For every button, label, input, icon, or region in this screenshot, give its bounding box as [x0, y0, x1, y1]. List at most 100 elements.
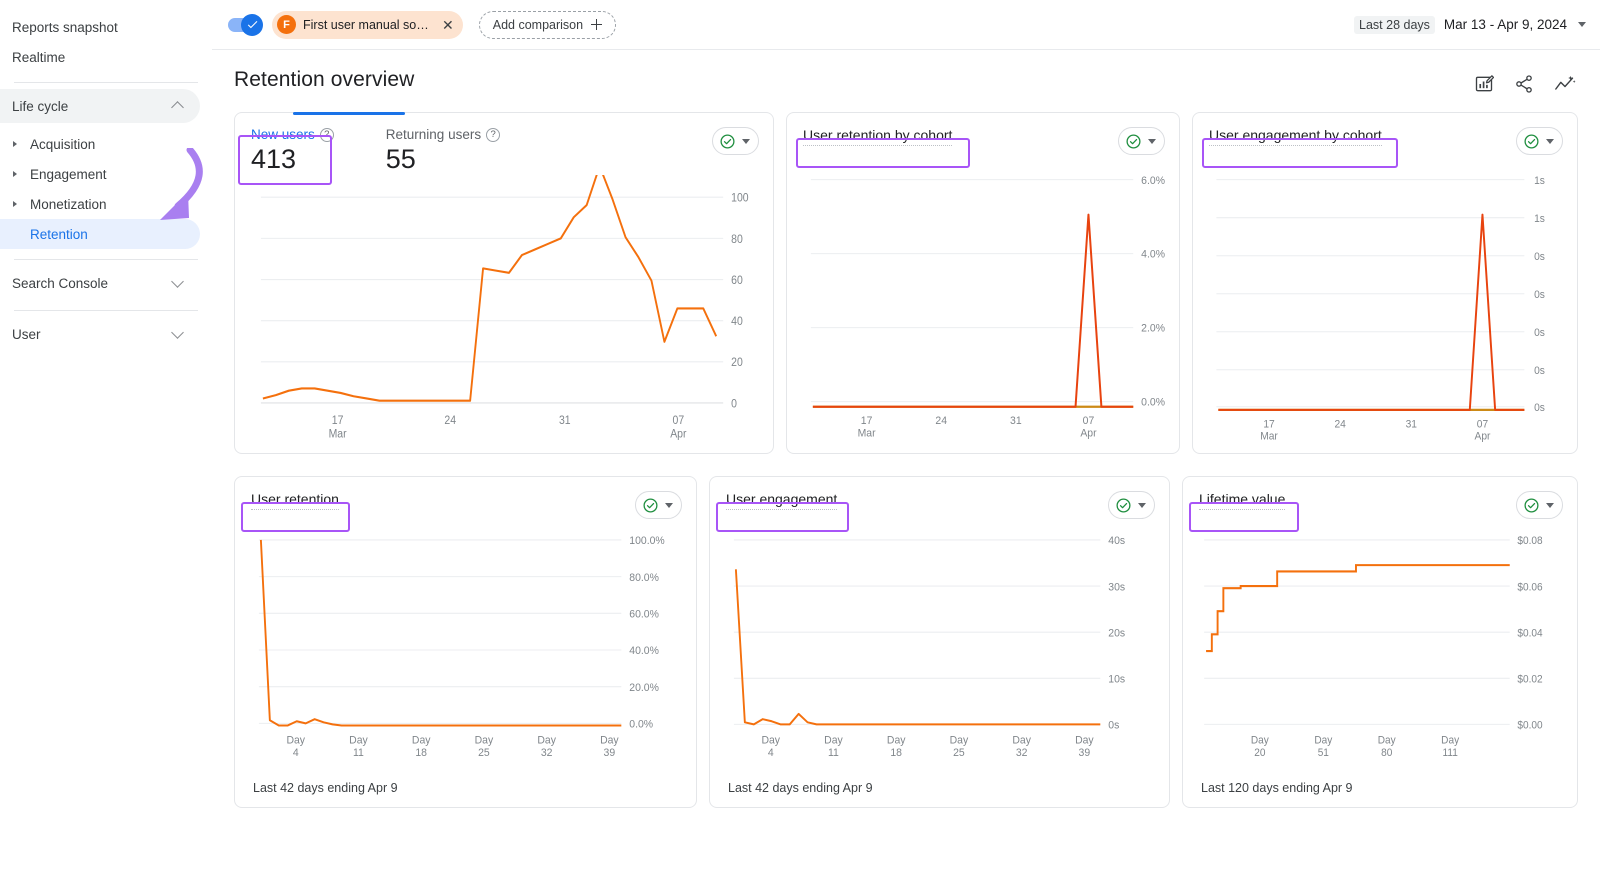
- series-engagement-spike: [1218, 215, 1524, 410]
- sidebar-group-search-console[interactable]: Search Console: [0, 266, 200, 300]
- series-lifetime-value: [1206, 565, 1510, 651]
- series-user-engagement: [736, 569, 1100, 724]
- svg-text:$0.08: $0.08: [1517, 535, 1542, 548]
- svg-text:11: 11: [353, 747, 364, 759]
- chevron-down-icon: [170, 326, 186, 342]
- svg-text:Day: Day: [600, 734, 619, 746]
- page-title: Retention overview: [234, 68, 414, 92]
- sidebar-item-acquisition[interactable]: Acquisition: [0, 129, 200, 159]
- svg-text:11: 11: [828, 747, 839, 759]
- svg-text:Day: Day: [1075, 734, 1094, 746]
- sidebar-group-user[interactable]: User: [0, 317, 200, 351]
- check-circle-icon: [1125, 133, 1142, 150]
- svg-text:1s: 1s: [1534, 213, 1545, 225]
- svg-text:0s: 0s: [1534, 289, 1545, 301]
- svg-text:Apr: Apr: [1475, 430, 1491, 442]
- svg-text:10s: 10s: [1108, 673, 1125, 685]
- metric-tab-returning-users[interactable]: Returning users ? 55: [386, 127, 500, 175]
- add-comparison-label: Add comparison: [493, 18, 583, 32]
- y-tick-labels: $0.08 $0.06 $0.04 $0.02 $0.00: [1517, 535, 1542, 732]
- svg-text:80: 80: [1381, 746, 1392, 759]
- card-header: User retention by cohort: [787, 113, 1179, 155]
- svg-text:6.0%: 6.0%: [1141, 175, 1165, 187]
- sidebar-item-monetization[interactable]: Monetization: [0, 189, 200, 219]
- svg-text:17: 17: [1263, 418, 1275, 430]
- comparisons-toggle[interactable]: [228, 18, 258, 32]
- sidebar-item-engagement[interactable]: Engagement: [0, 159, 200, 189]
- svg-text:39: 39: [604, 747, 616, 759]
- metric-tab-new-users[interactable]: New users ? 413: [251, 127, 334, 175]
- data-quality-dropdown[interactable]: [1516, 127, 1563, 155]
- svg-text:20: 20: [731, 357, 743, 370]
- chart-user-engagement-by-cohort[interactable]: 1s 1s 0s 0s 0s 0s 0s 17Mar 24: [1193, 155, 1577, 453]
- date-range-text: Mar 13 - Apr 9, 2024: [1444, 17, 1567, 32]
- comparison-toolbar: F First user manual sourc... ✕ Add compa…: [212, 0, 1600, 50]
- x-tick-labels: 17Mar 24 31 07Apr: [329, 415, 687, 441]
- svg-text:1s: 1s: [1534, 175, 1545, 187]
- data-quality-dropdown[interactable]: [1108, 491, 1155, 519]
- svg-text:18: 18: [890, 747, 902, 759]
- chart-user-retention-by-cohort[interactable]: 6.0% 4.0% 2.0% 0.0% 17Mar 24 31 07Apr: [787, 155, 1179, 453]
- sidebar-divider-3: [14, 310, 198, 311]
- help-icon[interactable]: ?: [486, 128, 500, 142]
- chart-new-returning-users[interactable]: 100 80 60 40 20 0 17Mar 24 31: [235, 175, 773, 453]
- svg-text:0s: 0s: [1534, 251, 1545, 263]
- svg-text:24: 24: [444, 415, 456, 428]
- svg-text:17: 17: [332, 415, 344, 428]
- sidebar-item-realtime[interactable]: Realtime: [0, 42, 212, 72]
- svg-text:Day: Day: [286, 734, 305, 746]
- svg-text:80.0%: 80.0%: [629, 572, 659, 584]
- svg-text:18: 18: [415, 747, 427, 759]
- help-icon[interactable]: ?: [320, 128, 334, 142]
- card-title: Lifetime value: [1199, 491, 1285, 510]
- svg-text:Mar: Mar: [858, 427, 876, 439]
- card-header: User engagement by cohort: [1193, 113, 1577, 155]
- comparison-chip[interactable]: F First user manual sourc... ✕: [272, 11, 463, 39]
- avatar: F: [277, 15, 296, 34]
- data-quality-dropdown[interactable]: [1118, 127, 1165, 155]
- svg-text:Day: Day: [1251, 734, 1270, 747]
- x-tick-labels: 17Mar 24 31 07Apr: [1260, 418, 1491, 443]
- close-icon[interactable]: ✕: [442, 18, 454, 32]
- insights-icon[interactable]: [1554, 74, 1576, 94]
- data-quality-dropdown[interactable]: [1516, 491, 1563, 519]
- series-user-retention: [261, 540, 621, 725]
- edit-chart-icon[interactable]: [1474, 74, 1494, 94]
- chart-user-engagement[interactable]: 40s 30s 20s 10s 0s Day4 Day11 Day18 Day2…: [710, 519, 1169, 781]
- card-title: User engagement: [726, 491, 837, 510]
- cards-grid: New users ? 413 Returning users ?: [212, 94, 1600, 889]
- svg-text:0s: 0s: [1534, 327, 1545, 339]
- svg-text:Mar: Mar: [1260, 430, 1278, 442]
- chevron-down-icon: [170, 275, 186, 291]
- svg-text:100.0%: 100.0%: [629, 535, 665, 547]
- sidebar-group-label: Search Console: [12, 276, 108, 291]
- chart-svg: 40s 30s 20s 10s 0s Day4 Day11 Day18 Day2…: [710, 519, 1169, 781]
- chevron-up-icon: [170, 98, 186, 114]
- chart-lifetime-value[interactable]: $0.08 $0.06 $0.04 $0.02 $0.00 Day20 Day5…: [1183, 519, 1577, 781]
- share-icon[interactable]: [1514, 74, 1534, 94]
- svg-text:Day: Day: [824, 734, 843, 746]
- cards-row-1: New users ? 413 Returning users ?: [234, 112, 1578, 454]
- svg-text:17: 17: [861, 415, 873, 427]
- sidebar-item-retention[interactable]: Retention: [0, 219, 200, 249]
- svg-text:Day: Day: [349, 734, 368, 746]
- svg-text:Day: Day: [950, 734, 969, 746]
- svg-text:0.0%: 0.0%: [1141, 397, 1165, 409]
- data-quality-dropdown[interactable]: [635, 491, 682, 519]
- sidebar-group-life-cycle[interactable]: Life cycle: [0, 89, 200, 123]
- svg-text:100: 100: [731, 192, 748, 205]
- svg-text:Day: Day: [887, 734, 906, 746]
- sidebar-divider-1: [14, 82, 198, 83]
- svg-text:0s: 0s: [1534, 402, 1545, 414]
- data-quality-dropdown[interactable]: [712, 127, 759, 155]
- x-tick-labels: Day4 Day11 Day18 Day25 Day32 Day39: [761, 734, 1094, 759]
- sidebar-item-reports-snapshot[interactable]: Reports snapshot: [0, 12, 212, 42]
- chart-user-retention[interactable]: 100.0% 80.0% 60.0% 40.0% 20.0% 0.0% Day4…: [235, 519, 696, 781]
- date-range-selector[interactable]: Last 28 days Mar 13 - Apr 9, 2024: [1354, 16, 1586, 34]
- add-comparison-button[interactable]: Add comparison: [479, 11, 616, 39]
- metric-value: 55: [386, 144, 500, 175]
- svg-text:40: 40: [731, 316, 743, 329]
- metric-label: Returning users: [386, 127, 481, 142]
- chart-svg: 100.0% 80.0% 60.0% 40.0% 20.0% 0.0% Day4…: [235, 519, 696, 781]
- triangle-right-icon: [8, 171, 22, 177]
